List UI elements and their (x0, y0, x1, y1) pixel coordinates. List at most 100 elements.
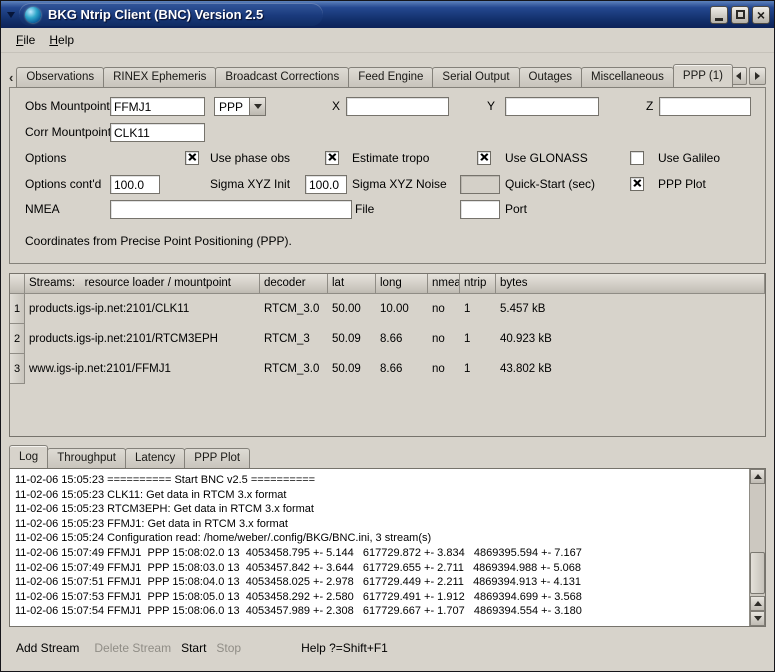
cell-mountpoint: www.igs-ip.net:2101/FFMJ1 (25, 354, 260, 384)
titlebar[interactable]: BKG Ntrip Client (BNC) Version 2.5 × (1, 1, 774, 28)
stop-button: Stop (216, 641, 241, 655)
chevron-down-icon (254, 104, 262, 109)
quick-start-input (460, 175, 500, 194)
help-hint: Help ?=Shift+F1 (301, 641, 388, 655)
scroll-down-button[interactable] (750, 611, 765, 626)
tab-latency[interactable]: Latency (125, 448, 185, 468)
tab-rinex-ephemeris[interactable]: RINEX Ephemeris (103, 67, 216, 87)
column-header-nmea: nmea (428, 274, 460, 294)
tab-serial-output[interactable]: Serial Output (432, 67, 519, 87)
nmea-port-input[interactable] (460, 200, 500, 219)
panel-description: Coordinates from Precise Point Positioni… (25, 234, 292, 248)
obs-mountpoint-input[interactable] (110, 97, 205, 116)
minimize-button[interactable] (710, 6, 728, 24)
tab-throughput[interactable]: Throughput (47, 448, 126, 468)
cell-bytes: 43.802 kB (496, 354, 765, 384)
window-title: BKG Ntrip Client (BNC) Version 2.5 (48, 7, 263, 22)
estimate-tropo-checkbox[interactable]: × (325, 151, 339, 165)
sigma-xyz-init-label: Sigma XYZ Init (210, 175, 290, 194)
window-menu-icon[interactable] (7, 12, 15, 18)
delete-stream-button: Delete Stream (94, 641, 171, 655)
close-button[interactable]: × (752, 6, 770, 24)
sigma-xyz-noise-input[interactable] (305, 175, 347, 194)
z-label: Z (646, 97, 653, 116)
cell-lat: 50.09 (328, 324, 376, 354)
sigma-xyz-init-input[interactable] (110, 175, 160, 194)
maximize-button[interactable] (731, 6, 749, 24)
cell-nmea: no (428, 324, 460, 354)
tab-overflow-left-icon: ‹ (9, 70, 13, 85)
cell-long: 8.66 (376, 324, 428, 354)
config-tab-bar: ‹ Observations RINEX Ephemeris Broadcast… (9, 64, 766, 87)
x-coordinate-input[interactable] (346, 97, 449, 116)
use-glonass-checkbox[interactable]: × (477, 151, 491, 165)
column-header-bytes: bytes (496, 274, 765, 294)
log-line: 11-02-06 15:07:53 FFMJ1 PPP 15:08:05.0 1… (15, 590, 746, 605)
options-label: Options (25, 149, 66, 168)
cell-decoder: RTCM_3.0 (260, 354, 328, 384)
log-line: 11-02-06 15:07:49 FFMJ1 PPP 15:08:02.0 1… (15, 546, 746, 561)
tab-broadcast-corrections[interactable]: Broadcast Corrections (215, 67, 349, 87)
ppp-plot-checkbox[interactable]: × (630, 177, 644, 191)
estimate-tropo-label: Estimate tropo (352, 149, 429, 168)
cell-ntrip: 1 (460, 294, 496, 324)
table-row[interactable]: 3 www.igs-ip.net:2101/FFMJ1 RTCM_3.0 50.… (10, 354, 765, 384)
cell-bytes: 40.923 kB (496, 324, 765, 354)
tab-log[interactable]: Log (9, 445, 48, 468)
log-content: 11-02-06 15:05:23 ========== Start BNC v… (10, 469, 748, 626)
log-tab-bar: Log Throughput Latency PPP Plot (9, 445, 766, 468)
cell-ntrip: 1 (460, 354, 496, 384)
ppp-mode-value: PPP (215, 98, 249, 115)
titlebar-capsule: BKG Ntrip Client (BNC) Version 2.5 (19, 3, 323, 26)
y-coordinate-input[interactable] (505, 97, 599, 116)
row-number: 2 (10, 324, 25, 354)
log-line: 11-02-06 15:05:23 ========== Start BNC v… (15, 473, 746, 488)
log-view: 11-02-06 15:05:23 ========== Start BNC v… (9, 468, 766, 627)
tab-ppp-plot[interactable]: PPP Plot (184, 448, 250, 468)
options-contd-label: Options cont'd (25, 175, 101, 194)
dropdown-button[interactable] (249, 98, 265, 115)
scrollbar-thumb[interactable] (750, 552, 765, 594)
tab-outages[interactable]: Outages (519, 67, 582, 87)
tab-scroll-buttons (730, 67, 766, 85)
scroll-up-button-bottom[interactable] (750, 596, 765, 611)
arrow-down-icon (754, 616, 762, 621)
tab-observations[interactable]: Observations (16, 67, 104, 87)
y-label: Y (487, 97, 495, 116)
corner-header-cell (10, 274, 25, 294)
column-header-ntrip: ntrip (460, 274, 496, 294)
add-stream-button[interactable]: Add Stream (16, 641, 79, 655)
corr-mountpoint-input[interactable] (110, 123, 205, 142)
cell-long: 8.66 (376, 354, 428, 384)
cell-decoder: RTCM_3.0 (260, 294, 328, 324)
quick-start-label: Quick-Start (sec) (505, 175, 595, 194)
tab-ppp[interactable]: PPP (1) (673, 64, 733, 87)
table-row[interactable]: 1 products.igs-ip.net:2101/CLK11 RTCM_3.… (10, 294, 765, 324)
tab-scroll-right-button[interactable] (749, 67, 766, 85)
sigma-xyz-noise-label: Sigma XYZ Noise (352, 175, 447, 194)
arrow-up-icon (754, 474, 762, 479)
tab-miscellaneous[interactable]: Miscellaneous (581, 67, 674, 87)
port-label: Port (505, 200, 527, 219)
use-phase-obs-checkbox[interactable]: × (185, 151, 199, 165)
use-galileo-label: Use Galileo (658, 149, 720, 168)
close-icon: × (757, 8, 765, 22)
ppp-mode-dropdown[interactable]: PPP (214, 97, 266, 116)
row-number: 3 (10, 354, 25, 384)
cell-lat: 50.09 (328, 354, 376, 384)
start-button[interactable]: Start (181, 641, 206, 655)
scroll-up-button[interactable] (750, 469, 765, 484)
table-row[interactable]: 2 products.igs-ip.net:2101/RTCM3EPH RTCM… (10, 324, 765, 354)
checkbox-check-icon: × (633, 178, 642, 190)
use-phase-obs-label: Use phase obs (210, 149, 290, 168)
z-coordinate-input[interactable] (659, 97, 751, 116)
use-galileo-checkbox[interactable] (630, 151, 644, 165)
menu-help[interactable]: Help (42, 30, 81, 50)
corr-mountpoint-label: Corr Mountpoint (25, 123, 111, 142)
menu-file[interactable]: File (9, 30, 42, 50)
log-line: 11-02-06 15:05:23 FFMJ1: Get data in RTC… (15, 517, 746, 532)
nmea-file-input[interactable] (110, 200, 352, 219)
tab-feed-engine[interactable]: Feed Engine (348, 67, 433, 87)
log-scrollbar[interactable] (749, 469, 765, 626)
streams-table-header: Streams: resource loader / mountpoint de… (10, 274, 765, 294)
